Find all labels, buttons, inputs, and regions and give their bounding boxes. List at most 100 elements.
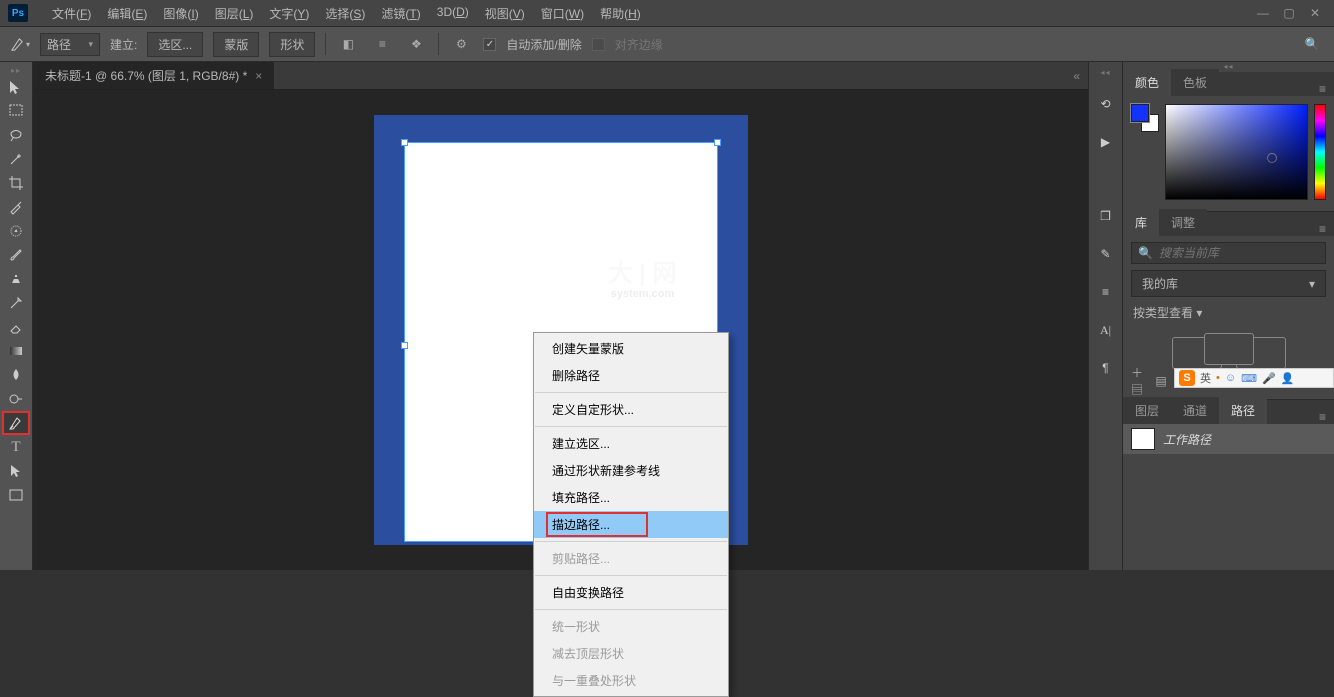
menu-item[interactable]: 3D(D) bbox=[429, 1, 477, 26]
3d-panel-icon[interactable]: ❒ bbox=[1095, 205, 1117, 227]
context-menu-item[interactable]: 描边路径... bbox=[534, 511, 728, 538]
history-brush-tool[interactable] bbox=[3, 292, 29, 314]
close-button[interactable]: ✕ bbox=[1304, 4, 1326, 22]
ime-bar[interactable]: S 英 • ☺ ⌨ 🎤 👤 bbox=[1174, 368, 1334, 388]
library-search[interactable]: 🔍 bbox=[1131, 242, 1326, 264]
gradient-tool[interactable] bbox=[3, 340, 29, 362]
ime-mic-icon[interactable]: 🎤 bbox=[1262, 372, 1276, 385]
menu-item[interactable]: 文件(F) bbox=[44, 1, 99, 26]
context-menu-item[interactable]: 创建矢量蒙版 bbox=[534, 335, 728, 362]
tab-color[interactable]: 颜色 bbox=[1123, 69, 1171, 96]
menu-item[interactable]: 帮助(H) bbox=[592, 1, 649, 26]
menu-item[interactable]: 文字(Y) bbox=[261, 1, 317, 26]
dodge-tool[interactable] bbox=[3, 388, 29, 410]
character-panel-icon[interactable]: A| bbox=[1095, 319, 1117, 341]
close-tab-icon[interactable]: × bbox=[255, 69, 262, 83]
clone-stamp-tool[interactable] bbox=[3, 268, 29, 290]
handle-top-right[interactable] bbox=[714, 139, 721, 146]
context-menu-item[interactable]: 建立选区... bbox=[534, 430, 728, 457]
rectangle-tool[interactable] bbox=[3, 484, 29, 506]
menu-item[interactable]: 窗口(W) bbox=[533, 1, 592, 26]
gear-icon[interactable]: ⚙ bbox=[449, 32, 473, 56]
color-field[interactable] bbox=[1165, 104, 1308, 200]
library-search-input[interactable] bbox=[1159, 246, 1319, 260]
handle-top-left[interactable] bbox=[401, 139, 408, 146]
spot-heal-tool[interactable] bbox=[3, 220, 29, 242]
paragraph-panel-icon[interactable]: ¶ bbox=[1095, 357, 1117, 379]
type-tool[interactable]: T bbox=[3, 436, 29, 458]
tab-swatches[interactable]: 色板 bbox=[1171, 69, 1219, 96]
color-picker-ring[interactable] bbox=[1267, 153, 1277, 163]
right-panels: ◂◂ 颜色 色板 ≡ 库 调整 ≡ 🔍 我的库▾ 按类型查看 ▾ bbox=[1122, 62, 1334, 570]
menu-item[interactable]: 图层(L) bbox=[207, 1, 262, 26]
panel-menu-icon[interactable]: ≡ bbox=[1311, 222, 1334, 236]
tab-channels[interactable]: 通道 bbox=[1171, 397, 1219, 424]
menu-item[interactable]: 视图(V) bbox=[477, 1, 533, 26]
blur-tool[interactable] bbox=[3, 364, 29, 386]
tool-mode-dropdown[interactable]: 路径 bbox=[40, 33, 100, 56]
hue-slider[interactable] bbox=[1314, 104, 1326, 200]
marquee-tool[interactable] bbox=[3, 100, 29, 122]
eraser-tool[interactable] bbox=[3, 316, 29, 338]
context-menu-item[interactable]: 通过形状新建参考线 bbox=[534, 457, 728, 484]
path-combine-icon[interactable]: ◧ bbox=[336, 32, 360, 56]
ime-logo-icon[interactable]: S bbox=[1179, 370, 1195, 386]
panel-menu-icon[interactable]: ≡ bbox=[1311, 410, 1334, 424]
auto-add-delete-label: 自动添加/删除 bbox=[506, 36, 581, 53]
pen-tool[interactable] bbox=[3, 412, 29, 434]
history-panel-icon[interactable]: ⟲ bbox=[1095, 93, 1117, 115]
path-align-icon[interactable]: ≡ bbox=[370, 32, 394, 56]
my-library-dropdown[interactable]: 我的库▾ bbox=[1131, 270, 1326, 297]
menu-item[interactable]: 编辑(E) bbox=[99, 1, 155, 26]
selection-button[interactable]: 选区... bbox=[147, 32, 203, 57]
panel-menu-icon[interactable]: ≡ bbox=[1311, 82, 1334, 96]
menu-item[interactable]: 滤镜(T) bbox=[373, 1, 428, 26]
context-menu-item[interactable]: 定义自定形状... bbox=[534, 396, 728, 423]
restore-button[interactable]: ▢ bbox=[1278, 4, 1300, 22]
menu-item[interactable]: 选择(S) bbox=[317, 1, 373, 26]
ime-user-icon[interactable]: 👤 bbox=[1281, 372, 1295, 385]
search-icon[interactable]: 🔍 bbox=[1300, 32, 1324, 56]
brush-tool[interactable] bbox=[3, 244, 29, 266]
add-graphic-icon[interactable]: ▤ bbox=[1153, 373, 1169, 389]
lasso-tool[interactable] bbox=[3, 124, 29, 146]
path-arrange-icon[interactable]: ❖ bbox=[404, 32, 428, 56]
collapse-tabbar-icon[interactable]: « bbox=[1065, 69, 1088, 83]
grip-icon[interactable]: ◂◂ bbox=[1100, 68, 1110, 77]
eyedropper-tool[interactable] bbox=[3, 196, 29, 218]
brush-panel-icon[interactable]: ✎ bbox=[1095, 243, 1117, 265]
grip-icon[interactable]: ▸▸ bbox=[6, 66, 26, 74]
menu-item[interactable]: 图像(I) bbox=[155, 1, 206, 26]
app-logo: Ps bbox=[8, 4, 28, 22]
context-menu-item[interactable]: 自由变换路径 bbox=[534, 579, 728, 606]
context-menu-item[interactable]: 填充路径... bbox=[534, 484, 728, 511]
document-tab[interactable]: 未标题-1 @ 66.7% (图层 1, RGB/8#) * × bbox=[33, 62, 274, 89]
path-select-tool[interactable] bbox=[3, 460, 29, 482]
align-edges-checkbox[interactable] bbox=[592, 38, 605, 51]
add-content-icon[interactable]: ＋▤ bbox=[1131, 373, 1147, 389]
mask-button[interactable]: 蒙版 bbox=[213, 32, 259, 57]
actions-panel-icon[interactable]: ▶ bbox=[1095, 131, 1117, 153]
foreground-color[interactable] bbox=[1131, 104, 1149, 122]
view-by-type[interactable]: 按类型查看 ▾ bbox=[1123, 300, 1334, 325]
foreground-background-swatch[interactable] bbox=[1131, 104, 1159, 132]
ime-kbd-icon[interactable]: ⌨ bbox=[1241, 372, 1257, 385]
minimize-button[interactable]: — bbox=[1252, 4, 1274, 22]
context-menu-item[interactable]: 删除路径 bbox=[534, 362, 728, 389]
handle-mid-left[interactable] bbox=[401, 342, 408, 349]
tab-adjustments[interactable]: 调整 bbox=[1159, 209, 1207, 236]
crop-tool[interactable] bbox=[3, 172, 29, 194]
auto-add-delete-checkbox[interactable] bbox=[483, 38, 496, 51]
shape-button[interactable]: 形状 bbox=[269, 32, 315, 57]
magic-wand-tool[interactable] bbox=[3, 148, 29, 170]
ime-lang[interactable]: 英 bbox=[1200, 370, 1211, 386]
tab-layers[interactable]: 图层 bbox=[1123, 397, 1171, 424]
window-controls: — ▢ ✕ bbox=[1252, 4, 1326, 22]
tab-libraries[interactable]: 库 bbox=[1123, 209, 1159, 236]
ime-icons[interactable]: ☺ bbox=[1225, 372, 1236, 384]
pen-tool-icon[interactable]: ▾ bbox=[10, 34, 30, 54]
tab-paths[interactable]: 路径 bbox=[1219, 397, 1267, 424]
move-tool[interactable] bbox=[3, 76, 29, 98]
path-item-work-path[interactable]: 工作路径 bbox=[1123, 424, 1334, 454]
brush-presets-icon[interactable]: ≡ bbox=[1095, 281, 1117, 303]
